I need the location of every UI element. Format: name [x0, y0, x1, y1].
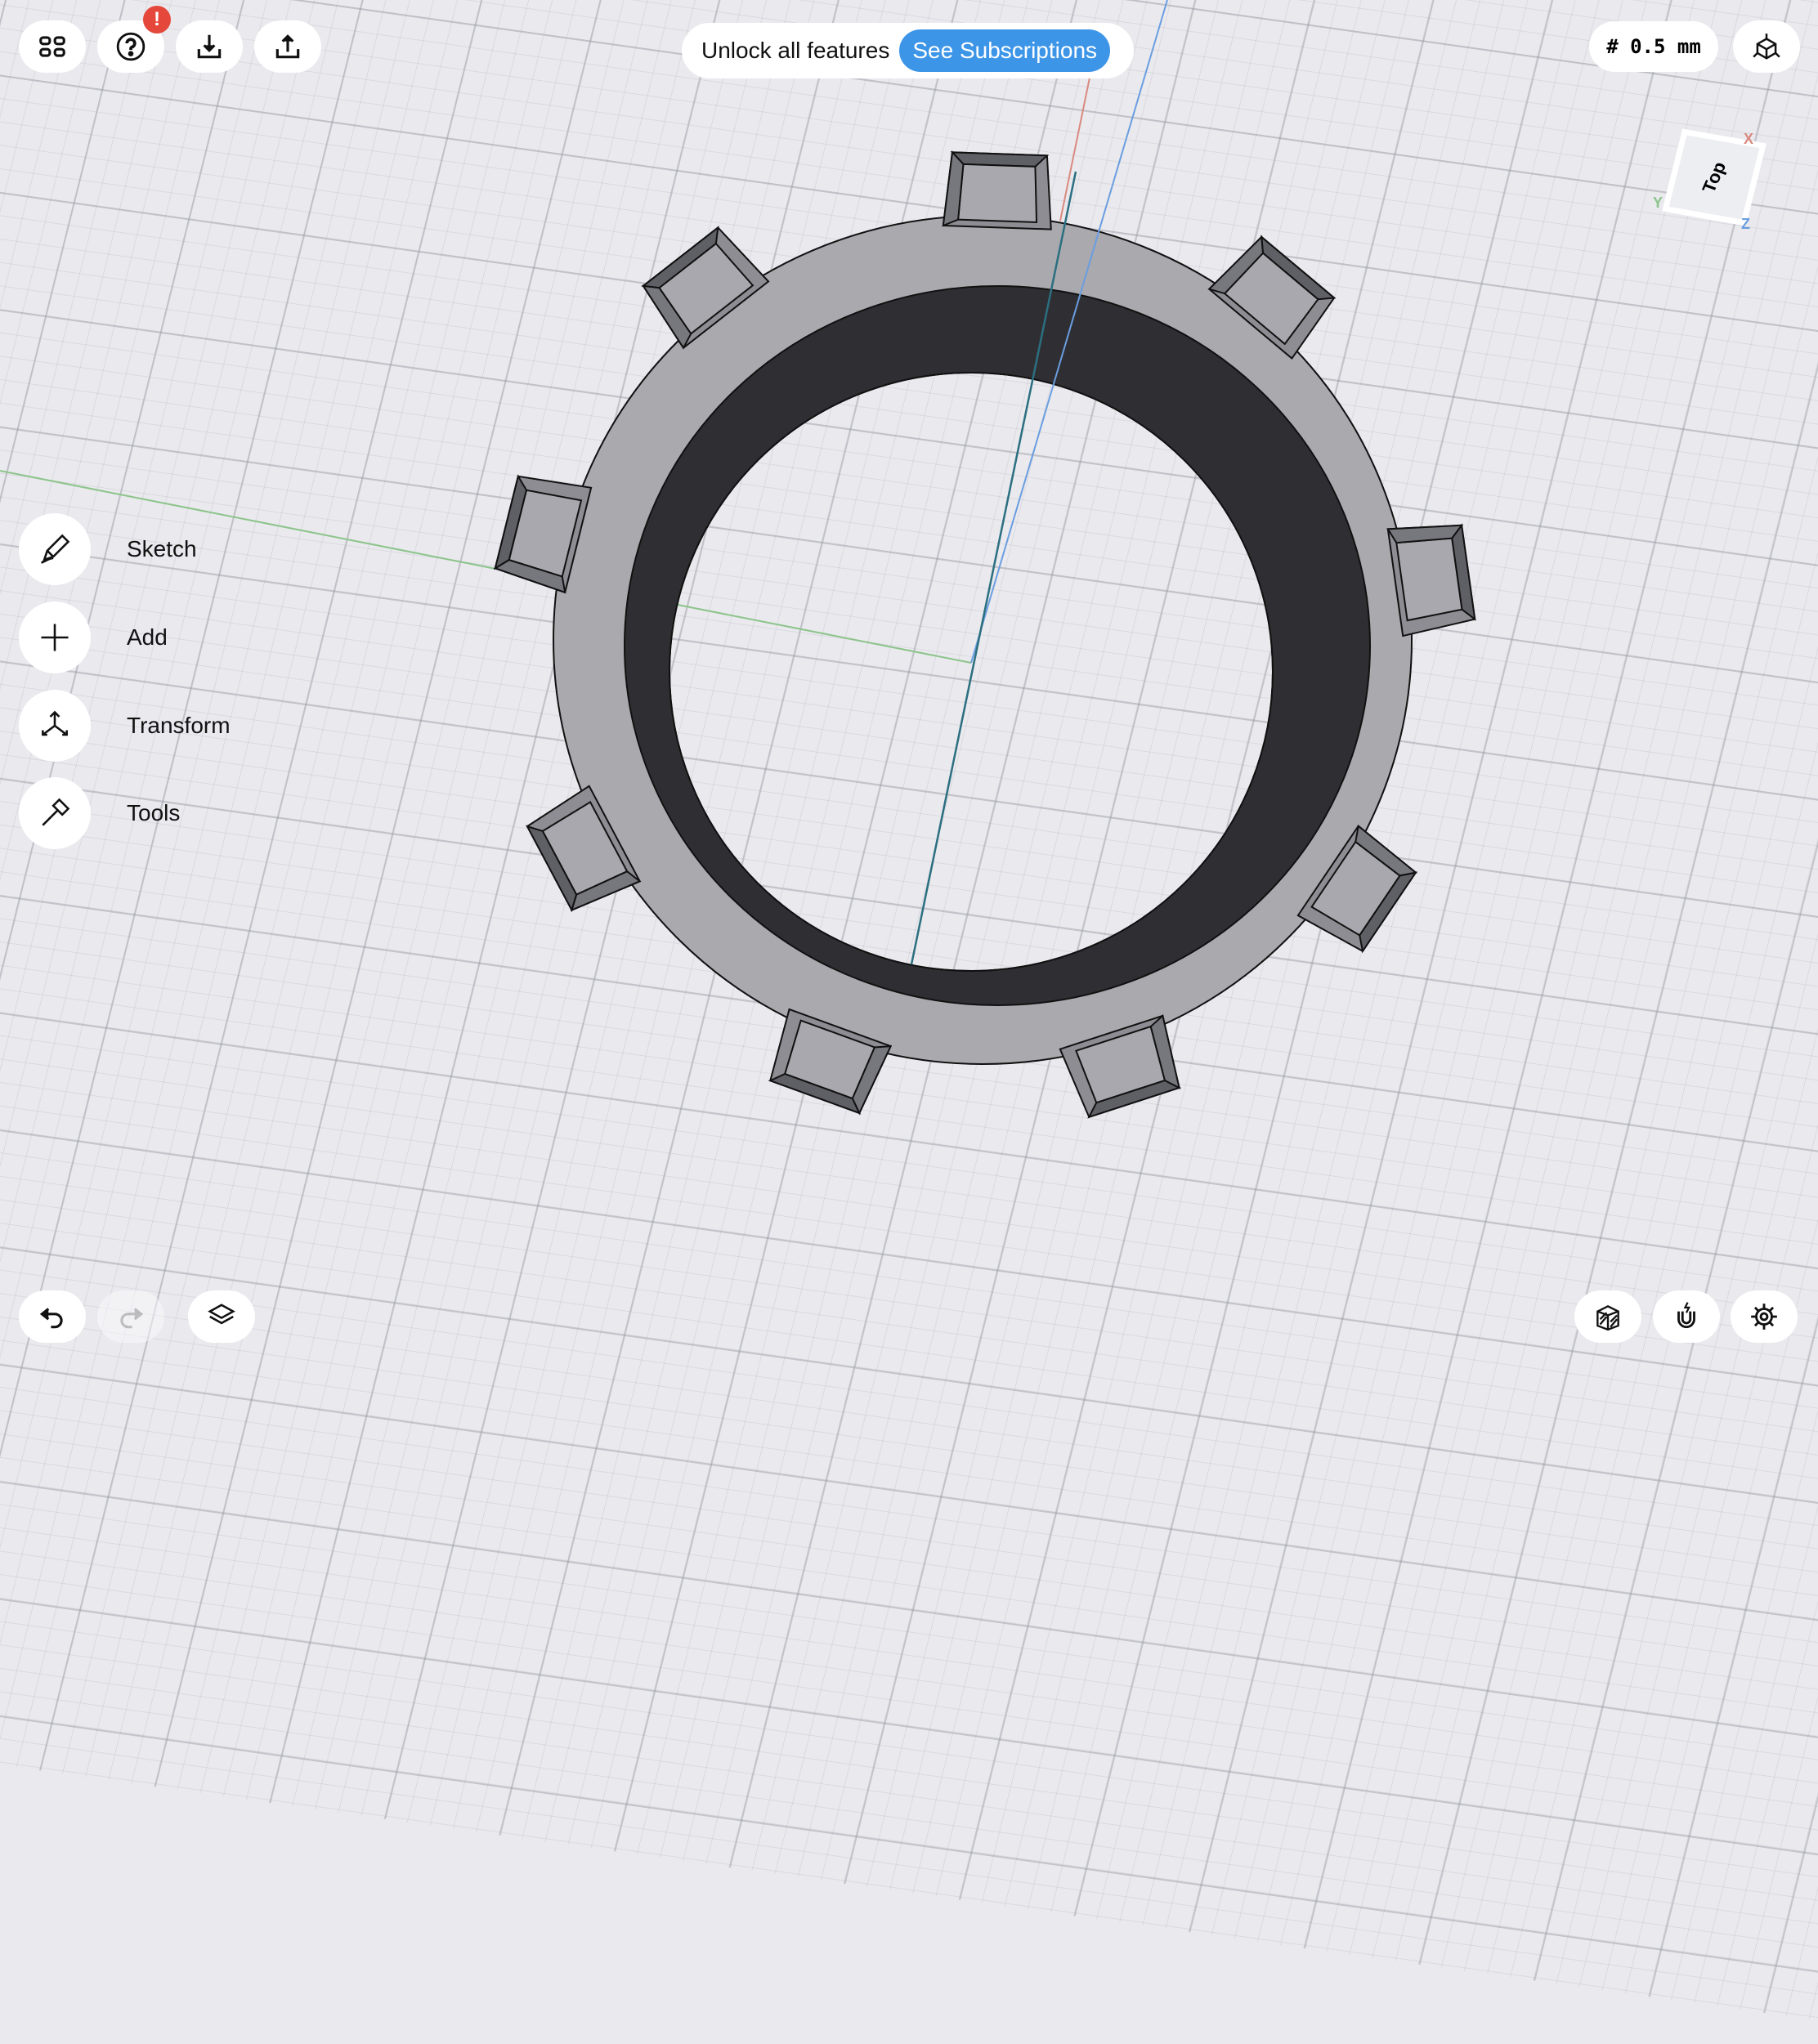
subscription-banner: Unlock all features See Subscriptions [682, 23, 1134, 78]
see-subscriptions-button[interactable]: See Subscriptions [899, 29, 1111, 72]
ring-tooth [1386, 523, 1476, 637]
download-icon [197, 34, 222, 59]
gear-icon [1751, 1304, 1777, 1330]
hatched-cube-icon [1596, 1305, 1619, 1331]
grid-icon [39, 36, 65, 57]
view-cube-x-label: X [1744, 131, 1754, 147]
render-mode-button[interactable] [1574, 1290, 1641, 1343]
ring-model[interactable] [493, 150, 1476, 1119]
snap-button[interactable] [1653, 1290, 1720, 1343]
cube-icon [1753, 34, 1780, 60]
undo-icon [39, 1308, 63, 1329]
menu-transform[interactable]: Transform [19, 690, 231, 762]
redo-icon [120, 1308, 144, 1329]
plus-icon [41, 624, 69, 651]
hammer-icon [42, 798, 70, 826]
settings-button[interactable] [1731, 1290, 1798, 1343]
x-axis-line [1059, 77, 1090, 221]
ring-tooth [942, 150, 1052, 230]
layers-button[interactable] [188, 1290, 255, 1343]
menu-tools[interactable]: Tools [19, 777, 180, 849]
3d-viewport[interactable] [0, 0, 1818, 1363]
share-icon [275, 34, 300, 59]
view-mode-button[interactable] [1733, 20, 1800, 73]
question-icon [116, 32, 146, 61]
grid-size-button[interactable]: # 0.5 mm [1589, 21, 1718, 72]
view-cube-face-label: Top [1697, 159, 1731, 195]
menu-add[interactable]: Add [19, 602, 168, 673]
view-cube-y-label: Y [1653, 195, 1664, 211]
banner-text: Unlock all features [701, 38, 890, 63]
redo-button[interactable] [97, 1290, 164, 1343]
magnet-icon [1677, 1302, 1695, 1329]
import-button[interactable] [176, 20, 243, 73]
export-button[interactable] [254, 20, 321, 73]
transform-icon [42, 710, 68, 736]
view-cube-z-label: Z [1741, 216, 1750, 232]
menu-sketch[interactable]: Sketch [19, 513, 197, 585]
help-button[interactable]: ! [97, 6, 171, 73]
undo-button[interactable] [19, 1290, 86, 1343]
layers-icon [208, 1304, 235, 1325]
pencil-icon [41, 534, 70, 564]
alert-badge: ! [143, 6, 171, 34]
grid-view-button[interactable] [19, 20, 86, 73]
